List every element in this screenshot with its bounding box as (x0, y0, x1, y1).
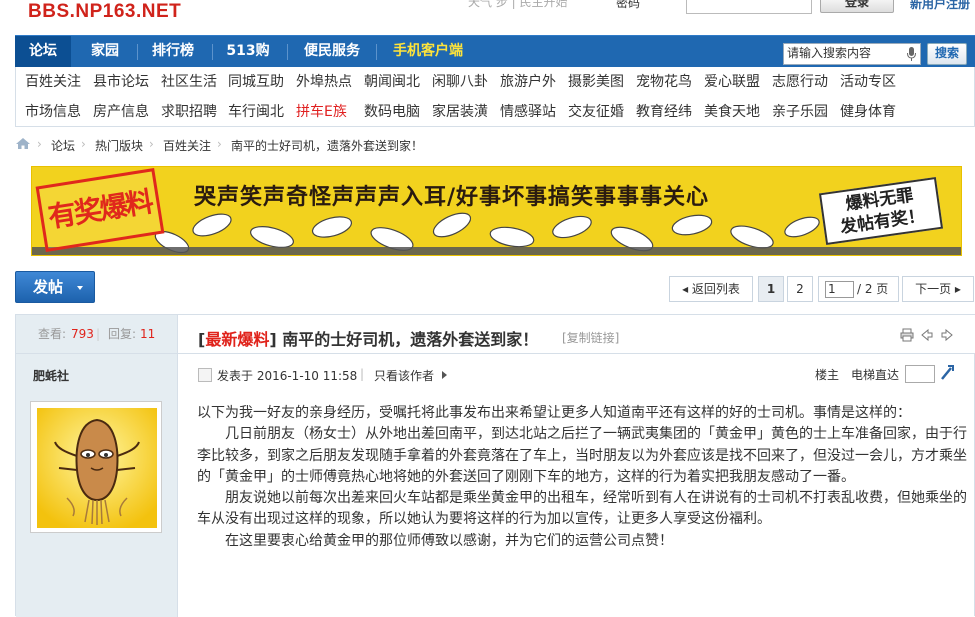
nav-forum[interactable]: 论坛 (15, 36, 71, 68)
post-date: 发表于 2016-1-10 11:58 (217, 369, 358, 383)
subnav-item[interactable]: 活动专区 (840, 74, 896, 90)
login-button[interactable]: 登录 (820, 0, 894, 13)
subnav-item[interactable]: 社区生活 (161, 74, 217, 90)
avatar[interactable] (30, 401, 162, 533)
page-number-input[interactable]: 1 (825, 281, 854, 298)
nav-services[interactable]: 便民服务 (289, 36, 375, 68)
post-title-text: 南平的士好司机，遗落外套送到家！ (282, 330, 539, 349)
chevron-left-icon: ◂ (682, 282, 689, 296)
arrow-right-icon (442, 371, 447, 379)
nav-513-shop[interactable]: 513购 (214, 36, 282, 68)
jump-floor-label: 电梯直达 (851, 368, 900, 382)
promo-banner[interactable]: 有奖爆料 哭声笑声奇怪声声声入耳/好事坏事搞笑事事事关心 爆料无罪 发帖有奖！ (31, 166, 962, 256)
subnav-item[interactable]: 百姓关注 (25, 74, 81, 90)
jump-floor-input[interactable] (905, 365, 935, 383)
subnav-item[interactable]: 志愿行动 (772, 74, 828, 90)
views-label: 查看: (38, 327, 67, 341)
floor-label: 楼主 (815, 368, 840, 382)
home-icon[interactable] (15, 137, 31, 150)
author-sidebar: 查看: 793 | 回复: 11 肥蚝社 (16, 315, 178, 617)
subnav-item[interactable]: 市场信息 (25, 104, 81, 120)
search-placeholder: 请输入搜索内容 (787, 46, 872, 60)
register-link[interactable]: 新用户注册 (910, 0, 970, 12)
subnav-item[interactable]: 数码电脑 (364, 104, 420, 120)
thread-container: 查看: 793 | 回复: 11 肥蚝社 [最新爆料] 南平的士好司机，遗落外套… (15, 314, 975, 617)
search-button[interactable]: 搜索 (927, 43, 967, 65)
site-logo[interactable]: BBS.NP163.NET (28, 1, 181, 23)
page-1-button[interactable]: 1 (758, 276, 784, 302)
next-thread-icon[interactable] (940, 328, 954, 342)
jump-go-icon[interactable] (939, 364, 955, 382)
replies-count: 11 (140, 327, 156, 341)
new-post-button[interactable]: 发帖 (15, 271, 95, 303)
subnav-item[interactable]: 爱心联盟 (704, 74, 760, 90)
subnav-item[interactable]: 亲子乐园 (772, 104, 828, 120)
post-content: 以下为我一好友的亲身经历，受嘱托将此事发布出来希望让更多人知道南平还有这样的好的… (197, 403, 967, 552)
subnav-item[interactable]: 情感驿站 (500, 104, 556, 120)
subnav-item[interactable]: 房产信息 (93, 104, 149, 120)
subnav-item[interactable]: 家居装潢 (432, 104, 488, 120)
prev-thread-icon[interactable] (920, 328, 934, 342)
print-icon[interactable] (900, 328, 914, 342)
post-paragraph: 以下为我一好友的亲身经历，受嘱托将此事发布出来希望让更多人知道南平还有这样的好的… (197, 405, 911, 421)
subnav-item[interactable]: 朝闻闽北 (364, 74, 420, 90)
subnav-item[interactable]: 同城互助 (228, 74, 284, 90)
crumb-thread[interactable]: 南平的士好司机，遗落外套送到家！ (231, 137, 423, 154)
back-to-list-button[interactable]: ◂ 返回列表 (669, 276, 753, 302)
search-input[interactable]: 请输入搜索内容 (783, 43, 921, 65)
views-count: 793 (71, 327, 94, 341)
subnav-item[interactable]: 交友征婚 (568, 104, 624, 120)
author-only-link[interactable]: 只看该作者 (374, 367, 434, 384)
next-page-button[interactable]: 下一页 ▸ (902, 276, 974, 302)
subnav-item[interactable]: 摄影美图 (568, 74, 624, 90)
crumb-forum[interactable]: 论坛 (51, 137, 75, 154)
top-bar: BBS.NP163.NET 天气 步 | 民主开始 密码 登录 新用户注册 (0, 0, 975, 32)
nav-mobile-client[interactable]: 手机客户端 (378, 36, 478, 68)
subnav-item[interactable]: 健身体育 (840, 104, 896, 120)
mic-icon[interactable] (907, 47, 916, 61)
subnav-item[interactable]: 求职招聘 (161, 104, 217, 120)
back-list-label: 返回列表 (691, 282, 740, 296)
post-title: [最新爆料] 南平的士好司机，遗落外套送到家！ (198, 330, 539, 349)
author-name[interactable]: 肥蚝社 (33, 367, 69, 384)
nav-home[interactable]: 家园 (73, 36, 137, 68)
caret-down-icon (77, 286, 83, 290)
page-jump: 1 / 2 页 (818, 276, 899, 302)
replies-label: 回复: (108, 327, 137, 341)
nav-ranking[interactable]: 排行榜 (139, 36, 207, 68)
subnav-item[interactable]: 教育经纬 (636, 104, 692, 120)
subnav-item-highlight[interactable]: 拼车E族 (296, 104, 347, 120)
subnav-item[interactable]: 闲聊八卦 (432, 74, 488, 90)
post-header: [最新爆料] 南平的士好司机，遗落外套送到家！ [复制链接] (178, 315, 975, 354)
avatar-image (37, 408, 157, 528)
top-links[interactable]: 天气 步 | 民主开始 (468, 0, 568, 10)
post-paragraph: 几日前朋友（杨女士）从外地出差回南平，到达北站之后拦了一辆武夷集团的「黄金甲」黄… (197, 426, 967, 485)
new-post-label: 发帖 (33, 278, 64, 296)
crumb-board[interactable]: 百姓关注 (163, 137, 211, 154)
post-meta: 发表于 2016-1-10 11:58 | 只看该作者 楼主 电梯直达 (178, 355, 975, 391)
subnav-item[interactable]: 宠物花鸟 (636, 74, 692, 90)
page-total: / 2 页 (857, 282, 889, 296)
main-nav: 论坛 家园 排行榜 513购 便民服务 手机客户端 请输入搜索内容 搜索 (15, 35, 975, 68)
chevron-right-icon: ▸ (954, 282, 961, 296)
password-input[interactable] (686, 0, 812, 14)
crumb-hot-boards[interactable]: 热门版块 (95, 137, 143, 154)
page-2-button[interactable]: 2 (787, 276, 813, 302)
post-tag[interactable]: 最新爆料 (205, 330, 269, 349)
post-paragraph: 朋友说她以前每次出差来回火车站都是乘坐黄金甲的出租车，经常听到有人在讲说有的士司… (197, 490, 967, 528)
thread-stats: 查看: 793 | 回复: 11 (16, 315, 177, 354)
online-status-icon (198, 368, 212, 382)
next-page-label: 下一页 (915, 282, 952, 296)
post-paragraph: 在这里要衷心给黄金甲的那位师傅致以感谢，并为它们的运营公司点赞！ (197, 532, 673, 549)
subnav-item[interactable]: 县市论坛 (93, 74, 149, 90)
subnav-item[interactable]: 美食天地 (704, 104, 760, 120)
password-label: 密码 (616, 0, 641, 10)
subnav-item[interactable]: 旅游户外 (500, 74, 556, 90)
banner-slogan: 哭声笑声奇怪声声声入耳/好事坏事搞笑事事事关心 (194, 184, 710, 210)
subnav-item[interactable]: 车行闽北 (228, 104, 284, 120)
copy-link-button[interactable]: [复制链接] (562, 329, 619, 346)
subnav-item[interactable]: 外埠热点 (296, 74, 352, 90)
forum-subnav: 百姓关注 县市论坛 社区生活 同城互助 外埠热点 朝闻闽北 闲聊八卦 旅游户外 … (15, 67, 975, 127)
